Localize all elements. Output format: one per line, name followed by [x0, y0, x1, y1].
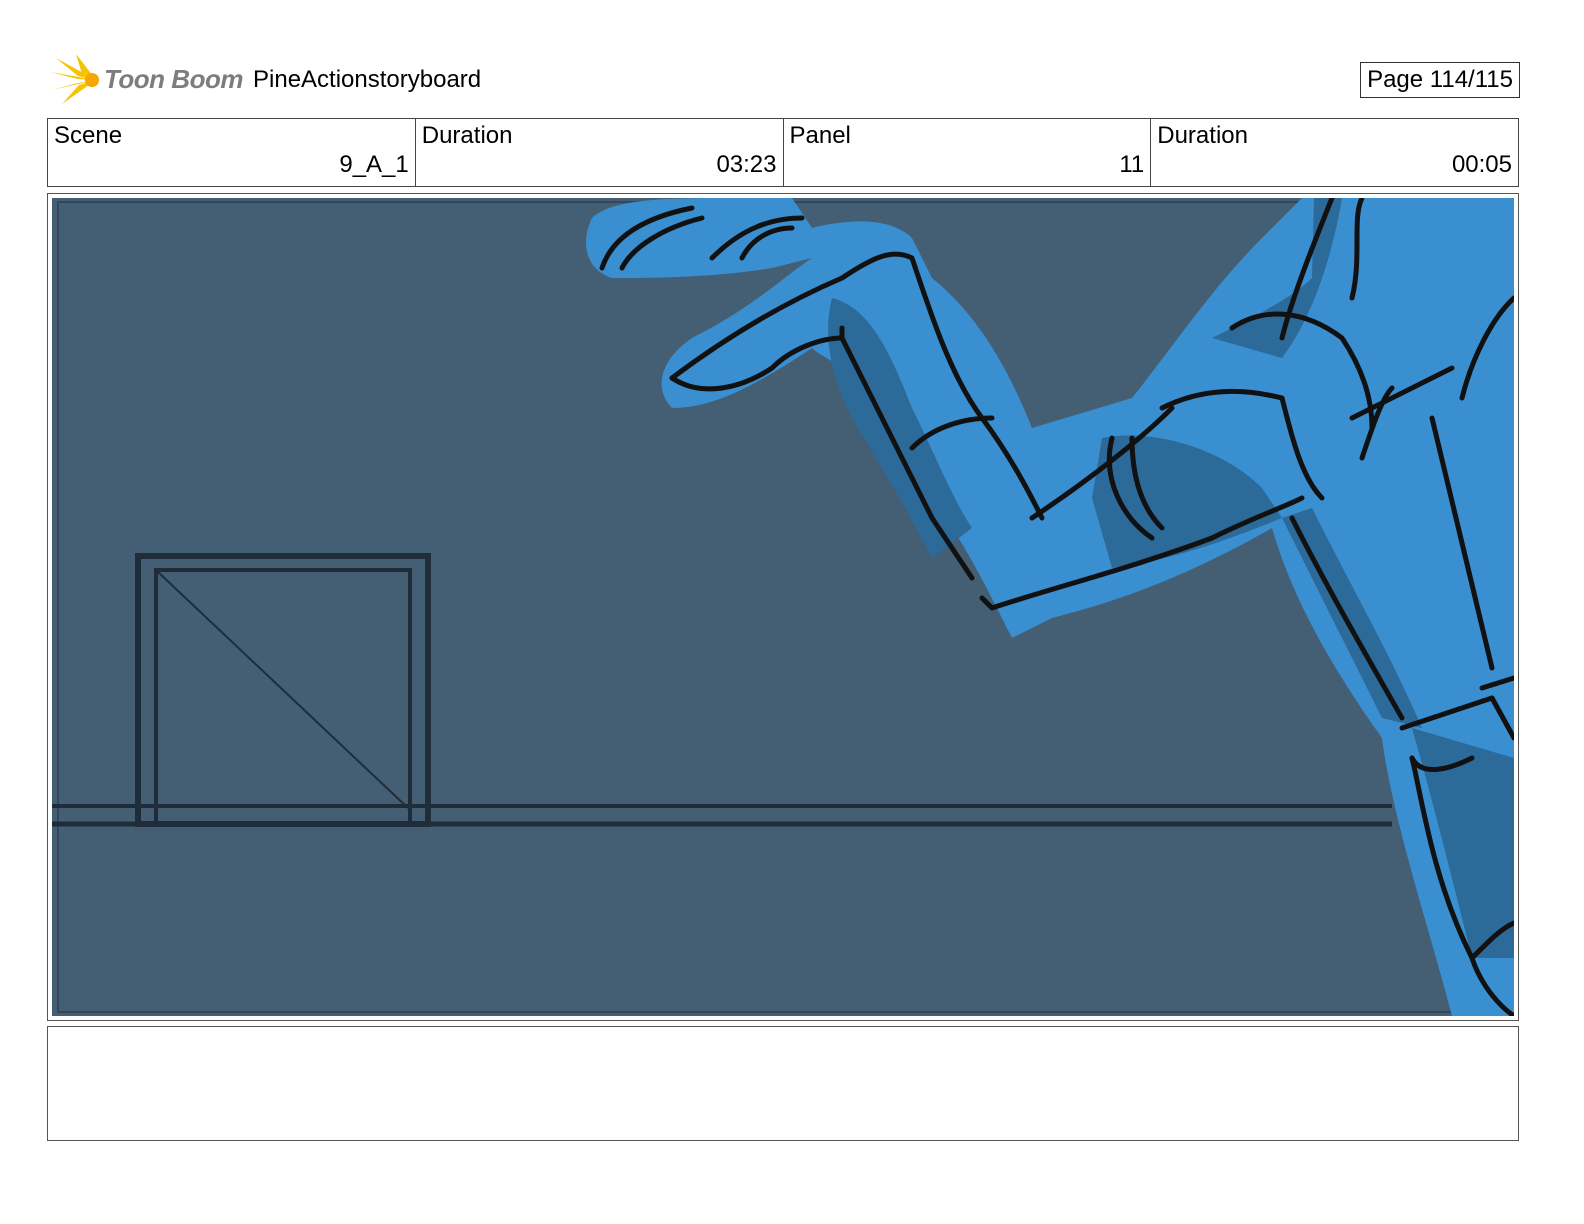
- storyboard-panel: [47, 193, 1519, 1021]
- notes-box: [47, 1026, 1519, 1141]
- panel-duration-label: Duration: [1157, 122, 1248, 149]
- scene-value: 9_A_1: [339, 151, 409, 178]
- panel-value: 11: [1119, 151, 1145, 178]
- scene-cell: Scene 9_A_1: [48, 119, 415, 186]
- scene-label: Scene: [54, 122, 123, 149]
- logo-wordmark: Toon Boom: [104, 64, 243, 94]
- project-title: PineActionstoryboard: [253, 66, 482, 93]
- sunburst-icon: [50, 54, 99, 104]
- page-indicator: Page 114/115: [1360, 62, 1520, 98]
- toon-boom-logo: Toon Boom: [48, 52, 243, 108]
- scene-duration-cell: Duration 03:23: [414, 119, 783, 186]
- scene-duration-label: Duration: [421, 122, 513, 149]
- panel-drawing: [52, 198, 1514, 1016]
- panel-cell: Panel 11: [782, 119, 1151, 186]
- panel-sketch: [52, 198, 1514, 1016]
- scene-info-table: Scene 9_A_1 Duration 03:23 Panel 11 Dura…: [47, 118, 1519, 187]
- panel-duration-value: 00:05: [1451, 151, 1512, 178]
- scene-duration-value: 03:23: [716, 151, 777, 178]
- page-header: Toon Boom PineActionstoryboard Page 114/…: [48, 52, 1520, 108]
- panel-duration-cell: Duration 00:05: [1150, 119, 1518, 186]
- panel-label: Panel: [789, 122, 851, 149]
